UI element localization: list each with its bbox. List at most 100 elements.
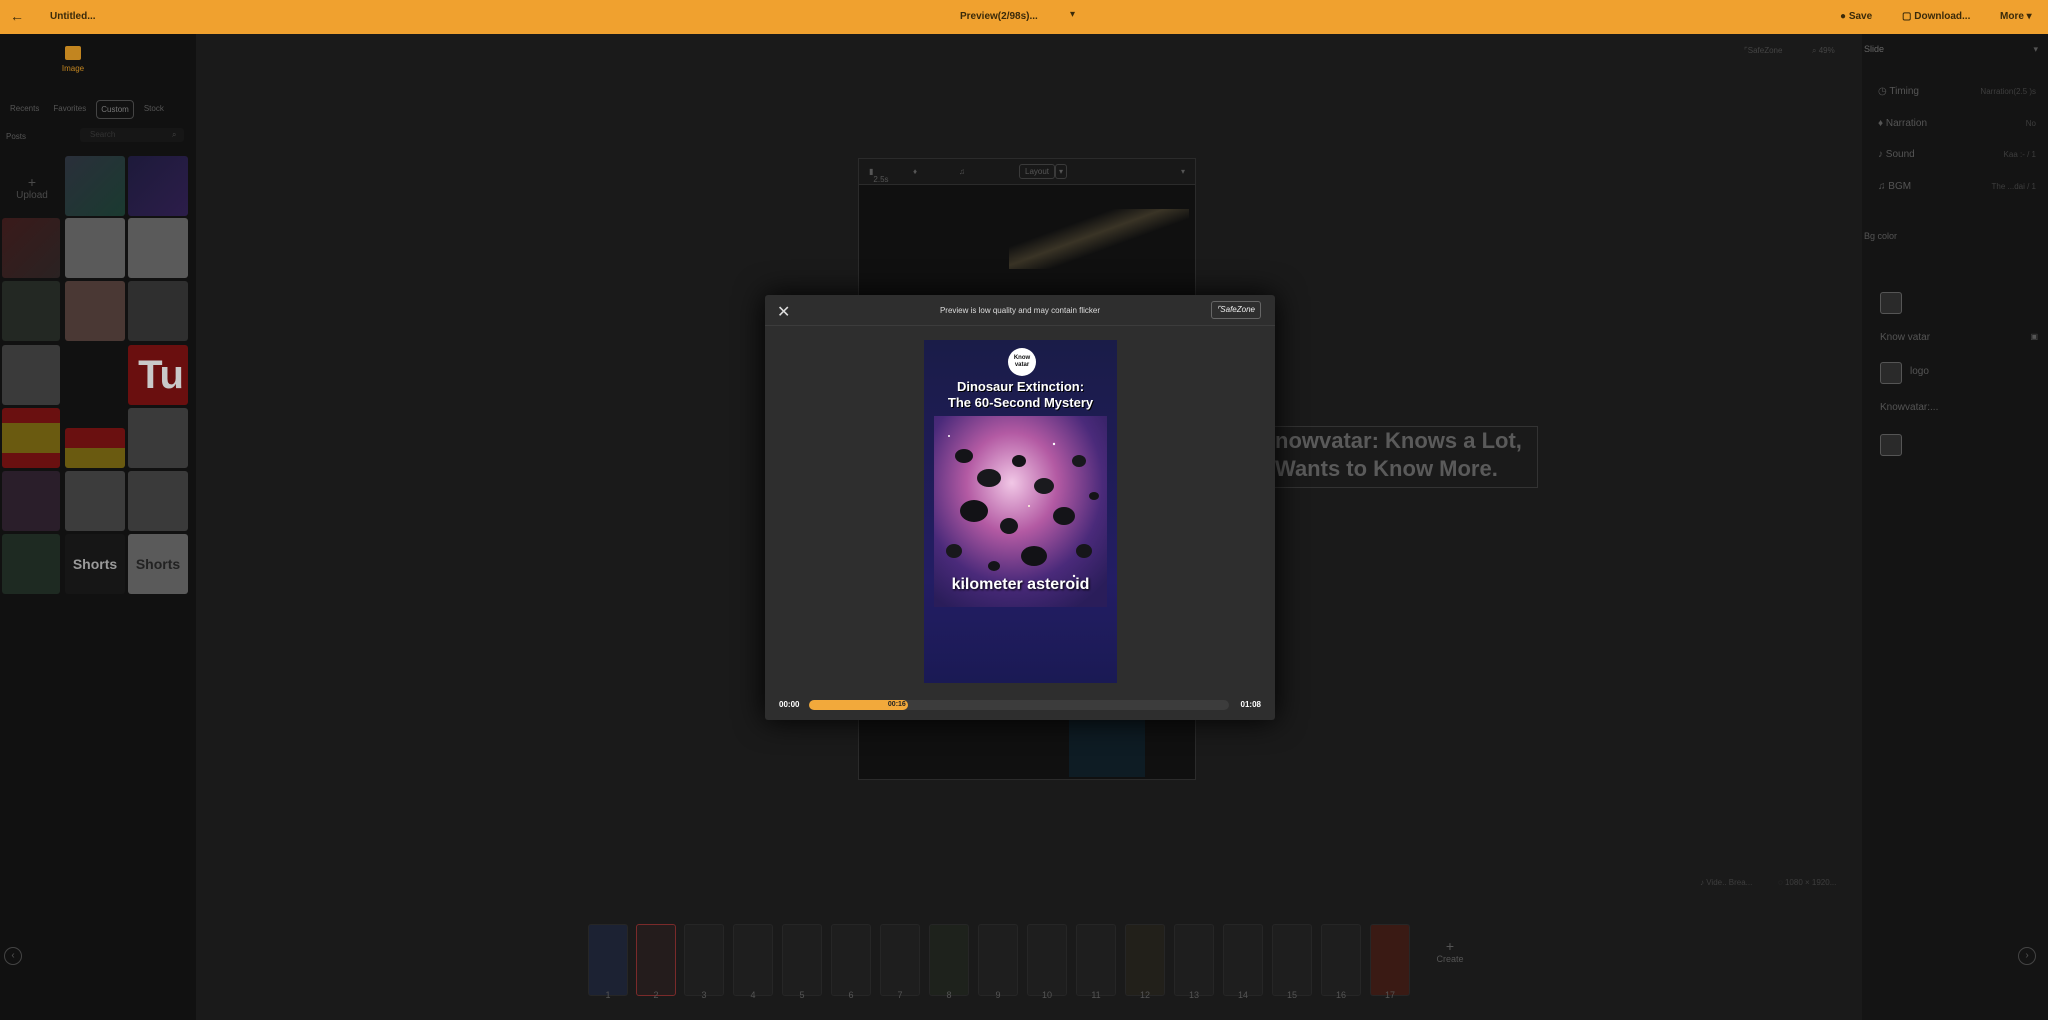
chevron-down-icon[interactable]: ▾	[1070, 9, 1075, 20]
safezone-toggle[interactable]: ⌜SafeZone	[1744, 46, 1782, 55]
tab-recents[interactable]: Recents	[6, 100, 43, 119]
upload-button[interactable]: + Upload	[12, 174, 52, 201]
scroll-right-icon[interactable]: ›	[2018, 947, 2036, 965]
slide-thumbnail[interactable]	[1223, 924, 1263, 996]
shorts-thumbnail[interactable]: Shorts	[128, 534, 188, 594]
tu-text: Tu	[138, 353, 184, 397]
media-thumbnail[interactable]	[65, 471, 125, 531]
posts-label[interactable]: Posts	[6, 132, 26, 141]
layout-button[interactable]: Layout	[1019, 164, 1056, 179]
sound-label: ♪ Sound	[1878, 149, 1915, 160]
search-icon[interactable]: ⌕	[172, 130, 176, 140]
slide-thumbnail[interactable]	[831, 924, 871, 996]
slide-menu-icon[interactable]: ▾	[1181, 167, 1185, 176]
slide-thumbnail[interactable]	[1321, 924, 1361, 996]
duration-control[interactable]: ▮ 2.5s	[869, 167, 889, 184]
slide-number: 12	[1139, 990, 1150, 1000]
slide-caption-text[interactable]: nowvatar: Knows a Lot, Wants to Know Mor…	[1262, 426, 1538, 488]
lock-icon[interactable]: ▣	[2030, 332, 2038, 341]
caption-line-1: nowvatar: Knows a Lot,	[1275, 428, 1522, 453]
slide-thumbnail[interactable]	[636, 924, 676, 996]
layer-item[interactable]: Knowvatar:...	[1862, 396, 2048, 422]
sound-row[interactable]: ♪ Sound Kaa :- / 1	[1862, 145, 2048, 165]
zoom-level[interactable]: ⌕ 49%	[1812, 46, 1835, 56]
tab-stock[interactable]: Stock	[140, 100, 168, 119]
tab-favorites[interactable]: Favorites	[49, 100, 90, 119]
media-thumbnail[interactable]	[65, 156, 125, 216]
layer-thumbnail	[1880, 434, 1902, 456]
safezone-button[interactable]: ⌜SafeZone	[1210, 301, 1261, 319]
slide-thumbnail[interactable]	[1027, 924, 1067, 996]
media-thumbnail[interactable]	[128, 156, 188, 216]
media-thumbnail[interactable]	[2, 218, 60, 278]
media-thumbnail[interactable]	[65, 281, 125, 341]
document-title[interactable]: Untitled...	[50, 11, 96, 22]
chevron-down-icon[interactable]: ▾	[2033, 44, 2038, 55]
media-thumbnail[interactable]	[128, 281, 188, 341]
create-slide-button[interactable]: + Create	[1430, 938, 1470, 964]
image-tab[interactable]: Image	[60, 46, 86, 73]
slide-thumbnail[interactable]	[929, 924, 969, 996]
media-thumbnail[interactable]	[128, 408, 188, 468]
flag-thumbnail[interactable]	[65, 428, 125, 468]
media-thumbnail[interactable]	[2, 281, 60, 341]
slide-thumbnail[interactable]	[1174, 924, 1214, 996]
youtube-thumbnail[interactable]: Tu	[128, 345, 188, 405]
narration-value: No	[2025, 119, 2036, 128]
media-thumbnail[interactable]	[128, 218, 188, 278]
media-thumbnail[interactable]	[2, 471, 60, 531]
slide-number: 6	[848, 990, 854, 1000]
slide-background-image	[1009, 209, 1189, 269]
back-arrow-icon[interactable]: ←	[10, 8, 24, 24]
media-thumbnail[interactable]	[2, 345, 60, 405]
layer-item[interactable]	[1862, 432, 2048, 458]
layer-item[interactable]: logo	[1862, 360, 2048, 386]
timing-label: ◷ Timing	[1878, 86, 1919, 97]
bgm-label: ♫ BGM	[1878, 181, 1912, 192]
scroll-left-icon[interactable]: ‹	[4, 947, 22, 965]
layout-chevron-icon[interactable]: ▾	[1055, 164, 1068, 179]
slide-number: 14	[1237, 990, 1248, 1000]
layer-item[interactable]	[1862, 290, 2048, 316]
spain-flag-thumbnail[interactable]	[2, 408, 60, 468]
slide-thumbnail[interactable]	[588, 924, 628, 996]
media-thumbnail[interactable]	[2, 534, 60, 594]
narration-row[interactable]: ♦ Narration No	[1862, 114, 2048, 134]
knowvatar-logo: Know vatar	[1008, 348, 1036, 376]
tab-custom[interactable]: Custom	[96, 100, 134, 119]
caption-line-2: Wants to Know More.	[1275, 456, 1498, 481]
slide-thumbnail[interactable]	[1125, 924, 1165, 996]
save-button[interactable]: ● Save	[1840, 11, 1872, 22]
slide-thumbnail[interactable]	[684, 924, 724, 996]
resolution-label: 1080 × 1920...	[1784, 878, 1837, 887]
download-button[interactable]: ▢ Download...	[1902, 11, 1970, 22]
preview-title[interactable]: Preview(2/98s)...	[960, 11, 1038, 22]
bgm-row[interactable]: ♫ BGM The ...dai / 1	[1862, 177, 2048, 197]
safezone-button-label: SafeZone	[1220, 305, 1255, 314]
music-icon[interactable]: ♫	[959, 167, 965, 176]
download-label: Download...	[1914, 11, 1971, 22]
media-thumbnail[interactable]	[65, 218, 125, 278]
timing-row[interactable]: ◷ Timing Narration(2.5 )s	[1862, 82, 2048, 102]
mic-icon[interactable]: ♦	[913, 167, 917, 176]
image-icon	[65, 46, 81, 60]
upload-label: Upload	[16, 190, 48, 201]
slide-thumbnail[interactable]	[733, 924, 773, 996]
more-button[interactable]: More ▾	[2000, 11, 2032, 22]
media-thumbnail[interactable]	[128, 471, 188, 531]
slide-thumbnail[interactable]	[782, 924, 822, 996]
slide-thumbnail[interactable]	[1272, 924, 1312, 996]
modal-divider	[765, 325, 1275, 326]
slide-thumbnail[interactable]	[1076, 924, 1116, 996]
bg-color-picker[interactable]	[2012, 230, 2036, 242]
slide-thumbnail[interactable]	[1370, 924, 1410, 996]
shorts-thumbnail[interactable]: Shorts	[65, 534, 125, 594]
media-search-input[interactable]: Search	[80, 128, 184, 142]
slide-thumbnail[interactable]	[978, 924, 1018, 996]
preview-video[interactable]: Know vatar Dinosaur Extinction: The 60-S…	[924, 340, 1117, 683]
time-end: 01:08	[1240, 700, 1261, 709]
layer-item[interactable]: Know vatar ▣	[1862, 326, 2048, 352]
progress-track[interactable]: 00:16	[809, 700, 1229, 710]
create-label: Create	[1436, 954, 1464, 964]
slide-thumbnail[interactable]	[880, 924, 920, 996]
